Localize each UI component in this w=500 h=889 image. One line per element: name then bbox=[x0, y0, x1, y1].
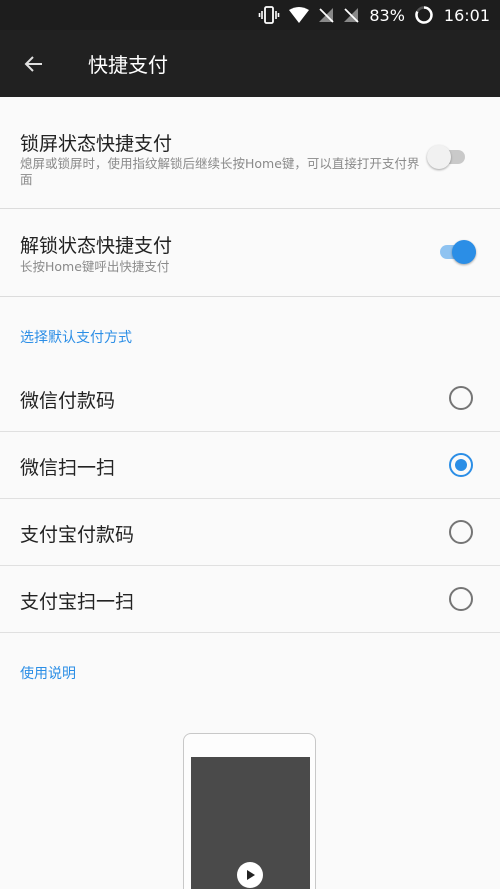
play-icon bbox=[247, 870, 255, 880]
page-title: 快捷支付 bbox=[88, 53, 168, 77]
radio-option-alipay-pay-code[interactable]: 支付宝付款码 bbox=[0, 499, 500, 566]
radio-option-wechat-pay-code[interactable]: 微信付款码 bbox=[0, 365, 500, 432]
wifi-icon bbox=[289, 7, 310, 23]
lock-screen-quick-pay-toggle[interactable] bbox=[427, 144, 467, 169]
option-label: 微信付款码 bbox=[20, 390, 116, 412]
option-label: 支付宝扫一扫 bbox=[20, 591, 135, 613]
pref-unlocked-quick-pay[interactable]: 解锁状态快捷支付 长按Home键呼出快捷支付 bbox=[0, 209, 500, 297]
pref-summary: 熄屏或锁屏时，使用指纹解锁后继续长按Home键，可以直接打开支付界面 bbox=[20, 156, 420, 187]
radio-button[interactable] bbox=[449, 520, 473, 544]
pref-lock-screen-quick-pay[interactable]: 锁屏状态快捷支付 熄屏或锁屏时，使用指纹解锁后继续长按Home键，可以直接打开支… bbox=[0, 97, 500, 209]
radio-button[interactable] bbox=[449, 386, 473, 410]
vibrate-icon bbox=[258, 6, 280, 24]
instruction-video[interactable] bbox=[191, 757, 310, 889]
no-sim-icon bbox=[343, 7, 359, 23]
battery-icon bbox=[414, 5, 434, 25]
pref-title: 锁屏状态快捷支付 bbox=[20, 133, 173, 155]
radio-option-alipay-scan[interactable]: 支付宝扫一扫 bbox=[0, 566, 500, 633]
unlocked-quick-pay-toggle[interactable] bbox=[438, 239, 478, 264]
pref-title: 解锁状态快捷支付 bbox=[20, 235, 173, 257]
clock: 16:01 bbox=[443, 5, 490, 25]
no-sim-icon bbox=[318, 7, 334, 23]
radio-button-selected[interactable] bbox=[449, 453, 473, 477]
status-bar: 83% 16:01 bbox=[0, 0, 500, 30]
arrow-left-icon bbox=[24, 55, 42, 72]
play-button[interactable] bbox=[237, 862, 263, 888]
phone-illustration bbox=[183, 733, 316, 889]
section-header-payment: 选择默认支付方式 bbox=[20, 330, 132, 346]
battery-percent: 83% bbox=[369, 5, 405, 25]
option-label: 微信扫一扫 bbox=[20, 457, 116, 479]
section-header-instructions: 使用说明 bbox=[20, 666, 76, 682]
option-label: 支付宝付款码 bbox=[20, 524, 135, 546]
radio-button[interactable] bbox=[449, 587, 473, 611]
back-button[interactable] bbox=[0, 30, 68, 97]
app-bar: 快捷支付 bbox=[0, 30, 500, 97]
pref-summary: 长按Home键呼出快捷支付 bbox=[20, 259, 170, 274]
radio-option-wechat-scan[interactable]: 微信扫一扫 bbox=[0, 432, 500, 499]
